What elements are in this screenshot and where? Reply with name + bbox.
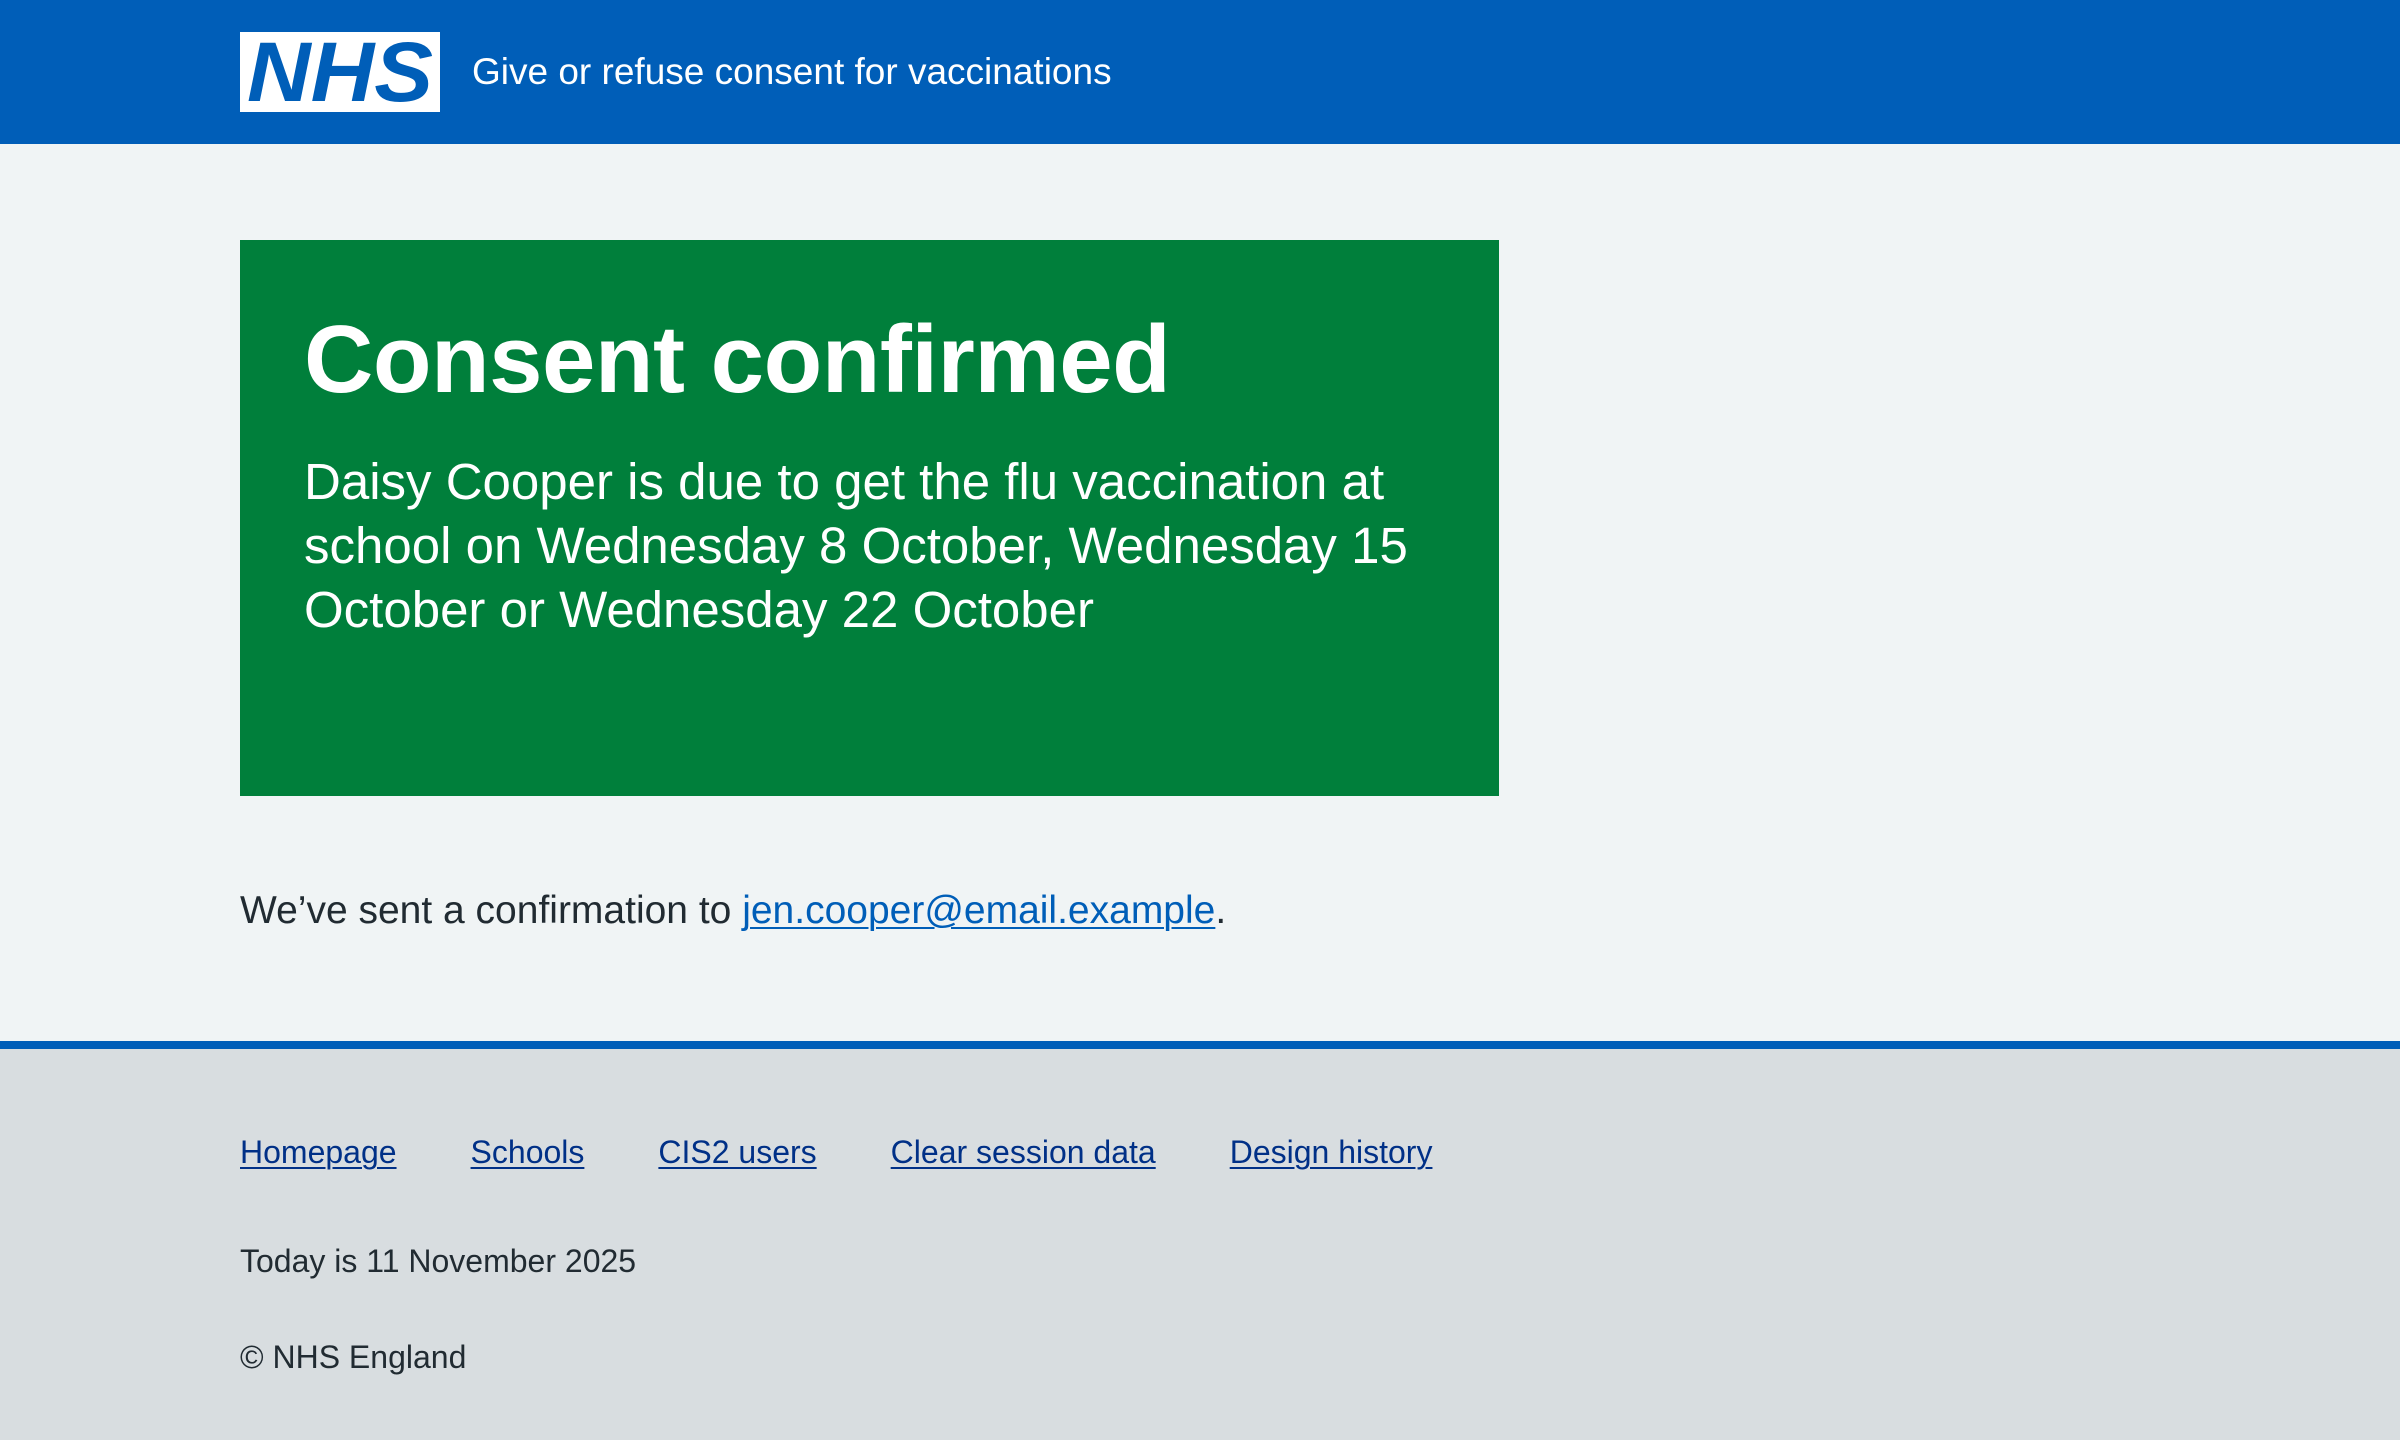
footer-link-item: Clear session data bbox=[891, 1129, 1156, 1175]
footer-copyright: © NHS England bbox=[240, 1339, 467, 1375]
confirmation-message: We’ve sent a confirmation to jen.cooper@… bbox=[240, 883, 1226, 939]
nhs-logo-icon: NHS bbox=[240, 32, 440, 112]
service-name[interactable]: Give or refuse consent for vaccinations bbox=[472, 46, 1112, 98]
footer-link-cis2-users[interactable]: CIS2 users bbox=[658, 1134, 816, 1170]
confirmation-suffix: . bbox=[1215, 889, 1227, 932]
panel-title: Consent confirmed bbox=[304, 306, 1171, 413]
email-link[interactable]: jen.cooper@email.example bbox=[742, 889, 1215, 932]
panel-body: Daisy Cooper is due to get the flu vacci… bbox=[304, 453, 1408, 638]
confirmation-panel: Consent confirmed Daisy Cooper is due to… bbox=[240, 240, 1499, 796]
footer-link-item: Homepage bbox=[240, 1129, 397, 1175]
footer-links: Homepage Schools CIS2 users Clear sessio… bbox=[240, 1129, 1432, 1175]
site-header: NHS Give or refuse consent for vaccinati… bbox=[0, 0, 2400, 144]
footer-link-item: Schools bbox=[471, 1129, 585, 1175]
site-footer: Homepage Schools CIS2 users Clear sessio… bbox=[0, 1041, 2400, 1440]
footer-link-homepage[interactable]: Homepage bbox=[240, 1134, 397, 1170]
footer-link-item: Design history bbox=[1230, 1129, 1433, 1175]
footer-link-design-history[interactable]: Design history bbox=[1230, 1134, 1433, 1170]
svg-text:NHS: NHS bbox=[247, 32, 433, 112]
footer-link-item: CIS2 users bbox=[658, 1129, 816, 1175]
footer-link-schools[interactable]: Schools bbox=[471, 1134, 585, 1170]
nhs-logo[interactable]: NHS bbox=[240, 32, 440, 112]
footer-date: Today is 11 November 2025 bbox=[240, 1243, 637, 1279]
confirmation-prefix: We’ve sent a confirmation to bbox=[240, 889, 743, 932]
footer-link-clear-session-data[interactable]: Clear session data bbox=[891, 1134, 1156, 1170]
